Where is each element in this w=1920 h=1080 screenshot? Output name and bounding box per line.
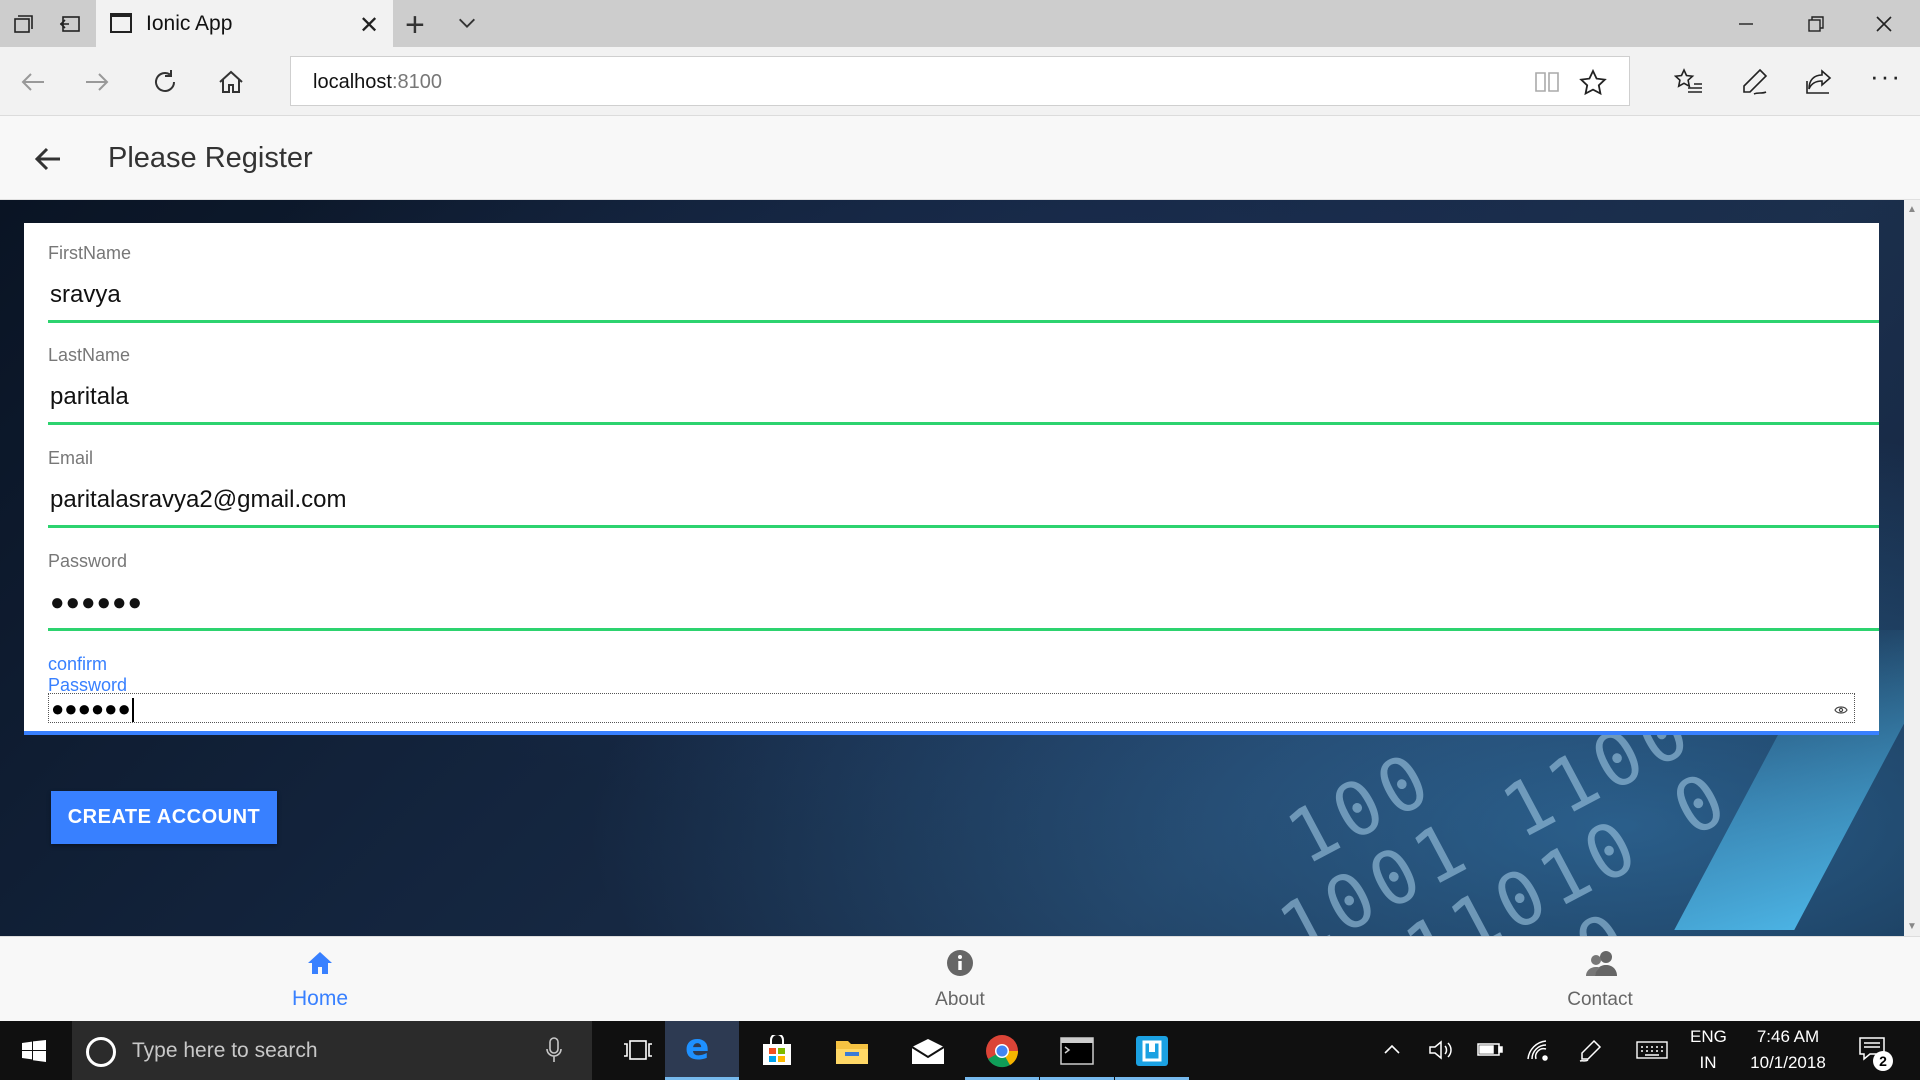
- create-account-button[interactable]: CREATE ACCOUNT: [51, 791, 277, 844]
- microphone-icon[interactable]: [546, 1037, 562, 1068]
- task-view-icon[interactable]: [600, 1021, 674, 1080]
- home-icon: [306, 949, 334, 977]
- home-browser-icon[interactable]: [216, 67, 246, 102]
- store-icon[interactable]: [740, 1021, 814, 1080]
- more-icon[interactable]: ···: [1870, 61, 1902, 92]
- back-arrow-icon[interactable]: [33, 145, 63, 178]
- close-tab-icon[interactable]: ✕: [359, 11, 379, 40]
- volume-icon[interactable]: [1428, 1039, 1454, 1066]
- browser-toolbar: localhost:8100 ···: [0, 47, 1920, 116]
- taskbar-search[interactable]: Type here to search: [72, 1021, 592, 1080]
- lastname-input[interactable]: paritala: [50, 383, 129, 411]
- confirm-password-value: ●●●●●●: [51, 696, 134, 723]
- browser-tab[interactable]: Ionic App ✕: [96, 0, 393, 47]
- input-region[interactable]: IN: [1690, 1053, 1726, 1073]
- dev-tool-icon[interactable]: [1115, 1021, 1189, 1080]
- wifi-icon[interactable]: [1526, 1039, 1550, 1066]
- clock-time[interactable]: 7:46 AM: [1740, 1027, 1836, 1047]
- tab-about[interactable]: About: [860, 937, 1060, 1022]
- lastname-field[interactable]: LastName paritala: [48, 325, 1879, 425]
- address-bar[interactable]: localhost:8100: [290, 56, 1630, 106]
- tab-label: About: [935, 989, 985, 1010]
- field-label: confirm Password: [48, 654, 128, 695]
- eye-icon[interactable]: [1834, 702, 1848, 720]
- restore-icon[interactable]: [1804, 12, 1828, 41]
- edge-browser-icon[interactable]: e: [665, 1021, 739, 1080]
- firstname-field[interactable]: FirstName sravya: [48, 223, 1879, 323]
- chevron-down-icon[interactable]: [456, 12, 478, 39]
- field-label: Password: [48, 551, 128, 571]
- notification-badge: 2: [1873, 1051, 1893, 1071]
- search-placeholder: Type here to search: [132, 1039, 318, 1062]
- refresh-icon[interactable]: [150, 67, 180, 102]
- favorites-hub-icon[interactable]: [1673, 67, 1704, 102]
- input-language[interactable]: ENG: [1690, 1027, 1727, 1047]
- password-field[interactable]: Password ●●●●●●: [48, 531, 1879, 631]
- scroll-up-icon[interactable]: ▲: [1907, 204, 1917, 215]
- scrollbar[interactable]: ▲ ▼: [1904, 200, 1920, 936]
- touch-keyboard-icon[interactable]: [1636, 1039, 1668, 1066]
- file-explorer-icon[interactable]: [815, 1021, 889, 1080]
- scroll-down-icon[interactable]: ▼: [1907, 921, 1917, 932]
- info-icon: [946, 949, 974, 977]
- mail-icon[interactable]: [890, 1021, 964, 1080]
- forward-icon[interactable]: [82, 67, 112, 102]
- url-text: localhost:8100: [313, 71, 442, 93]
- field-label: Email: [48, 448, 94, 468]
- start-button[interactable]: [0, 1021, 70, 1080]
- text-caret: [131, 698, 134, 723]
- field-label: FirstName: [48, 243, 132, 263]
- app-header: Please Register: [0, 116, 1920, 200]
- tab-label: Contact: [1567, 989, 1633, 1010]
- content-area: 100 1001 1100 111010 0 1010 FirstName sr…: [0, 200, 1904, 936]
- command-prompt-icon[interactable]: [1040, 1021, 1114, 1080]
- cortana-icon: [86, 1037, 116, 1067]
- reading-view-icon[interactable]: [1533, 69, 1561, 100]
- field-label: LastName: [48, 345, 131, 365]
- chrome-icon[interactable]: [965, 1021, 1039, 1080]
- email-field[interactable]: Email paritalasravya2@gmail.com: [48, 428, 1879, 528]
- close-window-icon[interactable]: [1872, 12, 1896, 41]
- valid-underline: [48, 422, 1879, 425]
- minimize-icon[interactable]: [1734, 12, 1758, 41]
- windows-logo-icon: [22, 1040, 46, 1067]
- favorite-star-icon[interactable]: [1579, 68, 1607, 102]
- tab-title: Ionic App: [146, 12, 233, 35]
- clock-date[interactable]: 10/1/2018: [1740, 1053, 1836, 1073]
- pen-notes-icon[interactable]: [1740, 67, 1770, 102]
- contacts-icon: [1586, 949, 1617, 977]
- confirm-password-input[interactable]: ●●●●●●: [48, 693, 1855, 723]
- page-icon: [110, 13, 132, 33]
- show-hidden-icons-icon[interactable]: [1382, 1039, 1402, 1064]
- firstname-input[interactable]: sravya: [50, 281, 121, 309]
- browser-tab-strip: Ionic App ✕ +: [0, 0, 1920, 47]
- windows-taskbar: Type here to search e ENG IN 7:46 AM 10/…: [0, 1021, 1920, 1080]
- valid-underline: [48, 525, 1879, 528]
- page-title: Please Register: [108, 142, 313, 174]
- set-tabs-aside-icon[interactable]: [58, 12, 82, 36]
- battery-icon[interactable]: [1476, 1039, 1504, 1064]
- tab-set-aside-list-icon[interactable]: [12, 12, 36, 36]
- tab-label: Home: [291, 987, 349, 1010]
- valid-underline: [48, 320, 1879, 323]
- valid-underline: [48, 628, 1879, 631]
- tab-contact[interactable]: Contact: [1500, 937, 1700, 1022]
- tab-home[interactable]: Home: [220, 937, 420, 1022]
- new-tab-icon[interactable]: +: [405, 6, 425, 45]
- share-icon[interactable]: [1804, 67, 1834, 102]
- register-form: FirstName sravya LastName paritala Email…: [24, 223, 1879, 735]
- ink-workspace-icon[interactable]: [1578, 1039, 1602, 1068]
- password-input[interactable]: ●●●●●●: [50, 589, 143, 617]
- email-input[interactable]: paritalasravya2@gmail.com: [50, 486, 346, 514]
- back-icon[interactable]: [18, 67, 48, 102]
- tab-bar: Home About Contact: [0, 936, 1920, 1021]
